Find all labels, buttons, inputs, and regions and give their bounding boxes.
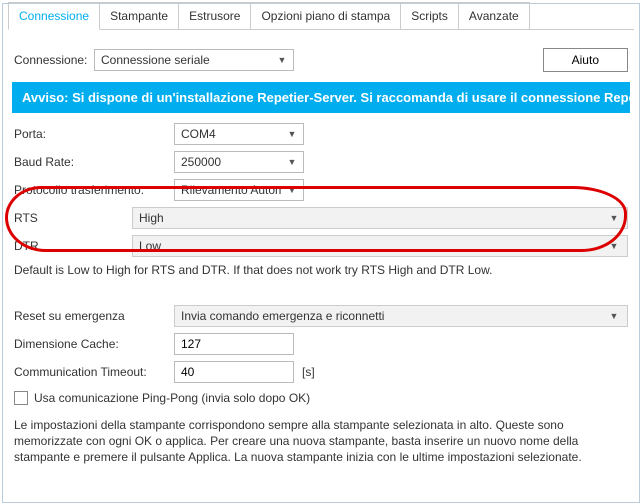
cache-label: Dimensione Cache: [14,337,174,351]
rts-label: RTS [14,211,132,225]
chevron-down-icon: ▼ [606,241,622,251]
dtr-value: Low [139,239,161,253]
pingpong-label: Usa comunicazione Ping-Pong (invia solo … [34,391,310,405]
baud-label: Baud Rate: [14,155,174,169]
chevron-down-icon: ▼ [274,55,290,65]
port-select[interactable]: COM4 ▼ [174,123,304,145]
protocol-value: Rilevamento Automatico [181,183,281,197]
rts-dtr-note: Default is Low to High for RTS and DTR. … [14,263,628,277]
chevron-down-icon: ▼ [284,157,300,167]
port-value: COM4 [181,127,216,141]
chevron-down-icon: ▼ [284,129,300,139]
port-label: Porta: [14,127,174,141]
tab-bar: Connessione Stampante Estrusore Opzioni … [8,2,634,30]
tab-connessione[interactable]: Connessione [8,2,100,30]
tab-stampante[interactable]: Stampante [99,2,179,29]
dtr-select[interactable]: Low ▼ [132,235,628,257]
reset-select[interactable]: Invia comando emergenza e riconnetti ▼ [174,305,628,327]
dtr-label: DTR [14,239,132,253]
protocol-label: Protocollo trasferimento: [14,183,174,197]
cache-input[interactable] [174,333,294,355]
reset-label: Reset su emergenza [14,309,174,323]
connection-label: Connessione: [14,53,94,67]
rts-select[interactable]: High ▼ [132,207,628,229]
timeout-input[interactable] [174,361,294,383]
protocol-select[interactable]: Rilevamento Automatico ▼ [174,179,304,201]
tab-piano[interactable]: Opzioni piano di stampa [250,2,401,29]
connection-type-value: Connessione seriale [101,53,210,67]
reset-value: Invia comando emergenza e riconnetti [181,309,384,323]
connection-type-select[interactable]: Connessione seriale ▼ [94,49,294,71]
timeout-label: Communication Timeout: [14,365,174,379]
help-button[interactable]: Aiuto [543,48,628,72]
warning-banner: Avviso: Si dispone di un'installazione R… [12,82,630,113]
settings-description: Le impostazioni della stampante corrispo… [14,417,628,466]
chevron-down-icon: ▼ [606,213,622,223]
timeout-unit: [s] [302,365,315,379]
tab-estrusore[interactable]: Estrusore [178,2,251,29]
rts-value: High [139,211,164,225]
tab-avanzate[interactable]: Avanzate [458,2,530,29]
tab-scripts[interactable]: Scripts [400,2,459,29]
chevron-down-icon: ▼ [284,185,300,195]
baud-value: 250000 [181,155,221,169]
chevron-down-icon: ▼ [606,311,622,321]
baud-select[interactable]: 250000 ▼ [174,151,304,173]
pingpong-checkbox[interactable] [14,391,28,405]
